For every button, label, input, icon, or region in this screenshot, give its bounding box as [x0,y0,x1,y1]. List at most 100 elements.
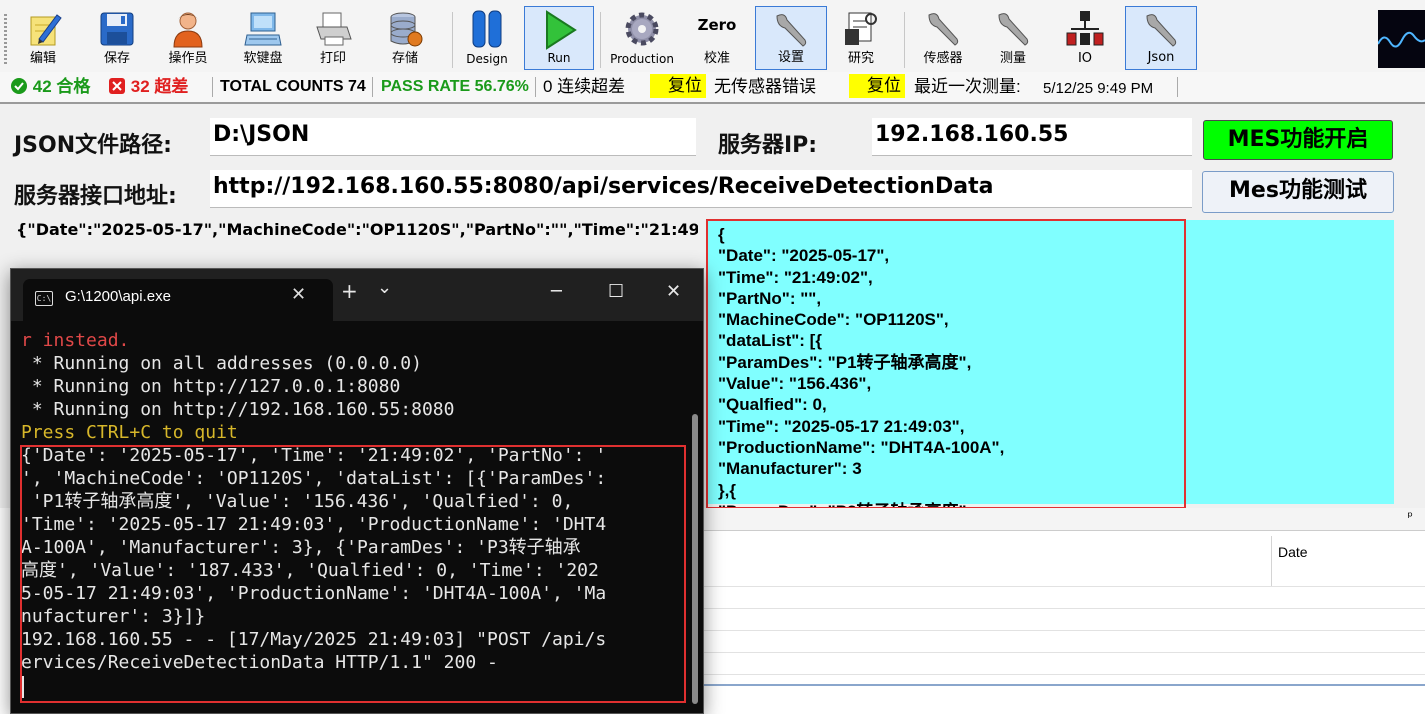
terminal-line: Press CTRL+C to quit [21,422,238,443]
play-icon [546,10,577,50]
fail-indicator: 32 超差 [108,76,188,98]
terminal-scrollbar[interactable] [691,339,699,707]
new-tab-icon[interactable]: + [341,279,358,303]
chevron-down-icon[interactable]: ⌄ [377,277,392,298]
json-line: { [718,225,725,244]
toolbar-research-button[interactable]: 研究 [838,6,884,70]
status-separator [372,77,373,97]
close-icon[interactable]: ✕ [666,281,681,302]
mes-enable-button[interactable]: MES功能开启 [1203,120,1393,160]
status-bar: 42 合格 32 超差 TOTAL COUNTS 74 PASS RATE 56… [0,72,1425,104]
toolbar-print-label: 打印 [319,51,346,66]
fail-count: 32 [130,77,150,96]
json-line: "MachineCode": "OP1120S", [718,310,949,330]
server-ip-input[interactable]: 192.168.160.55 [872,118,1192,156]
mes-test-button[interactable]: Mes功能测试 [1202,171,1394,213]
toolbar-design-label: Design [466,52,508,66]
toolbar-json-label: Json [1147,50,1175,65]
grid-row-line [700,652,1425,653]
json-line: "PartNo": "", [718,288,822,308]
scrollbar-thumb[interactable] [692,414,698,704]
toolbar-json-button[interactable]: Json [1125,6,1197,70]
json-line: "ProductionName": "DHT4A-100A", [718,437,1005,457]
operator-icon [173,12,203,48]
json-line: "Qualfied": 0, [718,395,827,415]
toolbar-sensor-label: 传感器 [923,51,963,66]
toolbar-print-button[interactable]: 打印 [310,6,356,70]
terminal-line: * Running on http://127.0.0.1:8080 [21,376,401,397]
api-address-label: 服务器接口地址: [14,184,177,209]
server-ip-label: 服务器IP: [718,133,818,158]
toolbar-edit-button[interactable]: 编辑 [20,6,66,70]
json-path-input[interactable]: D:\JSON [210,118,696,156]
json-line: "ParamDes": "P1转子轴承高度", [718,352,972,372]
toolbar: 编辑 保存 操作员 软键盘 打印 存储 Design Run Productio… [0,0,1425,72]
toolbar-design-button[interactable]: Design [460,6,514,70]
raw-json-text: {"Date":"2025-05-17","MachineCode":"OP11… [16,220,698,244]
consecutive-fail-count: 0 连续超差 [543,77,626,96]
pass-rate: PASS RATE 56.76% [381,78,529,95]
minimize-icon[interactable]: ─ [551,281,562,302]
pause-icon [472,10,502,48]
tab-close-icon[interactable]: ✕ [291,284,306,305]
toolbar-zero-calibrate-button[interactable]: Zero 校准 [692,6,742,70]
toolbar-calibrate-label: 校准 [703,51,730,66]
toolbar-storage-label: 存储 [391,51,418,66]
total-counts: TOTAL COUNTS 74 [220,78,366,95]
toolbar-storage-button[interactable]: 存储 [382,6,428,70]
results-grid-header-bar: ᵖ [700,508,1425,531]
json-path-label: JSON文件路径: [14,133,172,158]
json-preview-text: {"Date": "2025-05-17", "Time": "21:49:02"… [706,219,1186,509]
pass-label: 合格 [56,77,91,96]
check-icon [11,78,27,94]
terminal-window[interactable]: C:\ G:\1200\api.exe ✕ + ⌄ ─ ☐ ✕ r instea… [10,268,704,714]
keyboard-icon [244,12,282,46]
status-separator [212,77,213,97]
toolbar-sensor-button[interactable]: 传感器 [914,6,972,70]
wrench-icon [998,13,1029,46]
terminal-line: * Running on all addresses (0.0.0.0) [21,353,422,374]
maximize-icon[interactable]: ☐ [608,281,624,302]
status-separator [535,77,536,97]
json-line: "Date": "2025-05-17", [718,246,890,266]
grid-row-line [700,586,1425,587]
toolbar-run-button[interactable]: Run [524,6,594,70]
terminal-tab[interactable]: C:\ G:\1200\api.exe ✕ [23,279,333,321]
toolbar-io-button[interactable]: IO [1062,6,1108,70]
toolbar-research-label: 研究 [847,51,874,66]
reset-button-1[interactable]: 复位 [650,74,706,98]
terminal-titlebar[interactable]: C:\ G:\1200\api.exe ✕ + ⌄ ─ ☐ ✕ [11,269,703,321]
toolbar-keyboard-button[interactable]: 软键盘 [234,6,292,70]
terminal-cursor [22,676,24,698]
reset-button-2[interactable]: 复位 [849,74,905,98]
gear-icon [625,12,659,46]
toolbar-measure-button[interactable]: 测量 [990,6,1036,70]
oscilloscope-display [1378,10,1425,68]
terminal-tab-title: G:\1200\api.exe [65,288,171,305]
toolbar-io-label: IO [1077,51,1093,66]
save-icon [100,12,134,46]
error-icon [109,78,125,94]
grid-row-line [700,674,1425,675]
toolbar-production-button[interactable]: Production [606,6,678,70]
toolbar-run-label: Run [547,51,571,65]
last-measure-time: 5/12/25 9:49 PM [1043,80,1154,97]
highlight-box [20,445,686,703]
wrench-icon [928,13,959,46]
last-measure-label: 最近一次测量: [914,77,1021,96]
toolbar-keyboard-label: 软键盘 [243,51,283,66]
pass-indicator: 42 合格 [10,76,90,98]
api-address-input[interactable]: http://192.168.160.55:8080/api/services/… [210,170,1192,208]
toolbar-settings-label: 设置 [777,50,804,65]
json-line: "dataList": [{ [718,331,822,351]
grid-bottom-line [700,684,1425,686]
date-column-header[interactable]: Date [1271,536,1425,586]
toolbar-production-label: Production [610,52,674,66]
toolbar-operator-button[interactable]: 操作员 [162,6,214,70]
toolbar-save-button[interactable]: 保存 [94,6,140,70]
toolbar-operator-label: 操作员 [168,51,208,66]
pin-icon[interactable]: ᵖ [1407,510,1413,525]
sensor-error-status: 无传感器错误 [714,77,816,96]
toolbar-settings-button[interactable]: 设置 [755,6,827,70]
grid-row-line [700,630,1425,631]
